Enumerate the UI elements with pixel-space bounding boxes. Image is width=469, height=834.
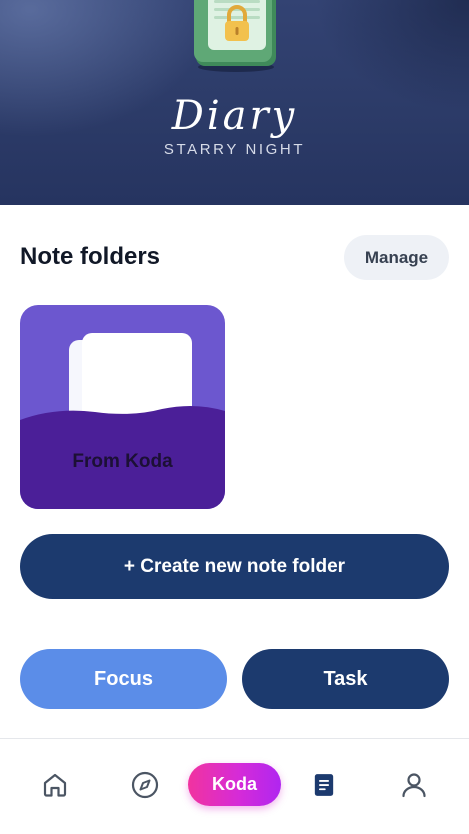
create-folder-button[interactable]: + Create new note folder	[20, 534, 449, 599]
locked-diary-icon	[194, 0, 276, 72]
manage-button[interactable]: Manage	[344, 235, 449, 280]
compass-icon	[131, 771, 159, 799]
section-title: Note folders	[20, 243, 161, 270]
page-title: Diary	[171, 93, 298, 139]
notes-icon	[314, 774, 334, 796]
folder-icon	[20, 333, 225, 509]
diary-screen: Diary STARRY NIGHT Note folders Manage F…	[0, 0, 469, 834]
folder-card[interactable]: From Koda	[20, 305, 225, 509]
nav-profile[interactable]	[394, 765, 434, 805]
focus-button[interactable]: Focus	[20, 649, 227, 709]
nav-explore[interactable]	[125, 765, 165, 805]
task-button[interactable]: Task	[242, 649, 449, 709]
home-icon	[43, 773, 67, 797]
koda-button[interactable]: Koda	[188, 763, 281, 806]
header-banner: Diary STARRY NIGHT	[0, 0, 469, 205]
page-subtitle: STARRY NIGHT	[163, 141, 306, 158]
profile-icon	[402, 773, 426, 798]
nav-home[interactable]	[35, 765, 75, 805]
folder-label: From Koda	[72, 451, 173, 472]
bottom-nav: Koda	[0, 738, 469, 834]
nav-notes[interactable]	[304, 765, 344, 805]
